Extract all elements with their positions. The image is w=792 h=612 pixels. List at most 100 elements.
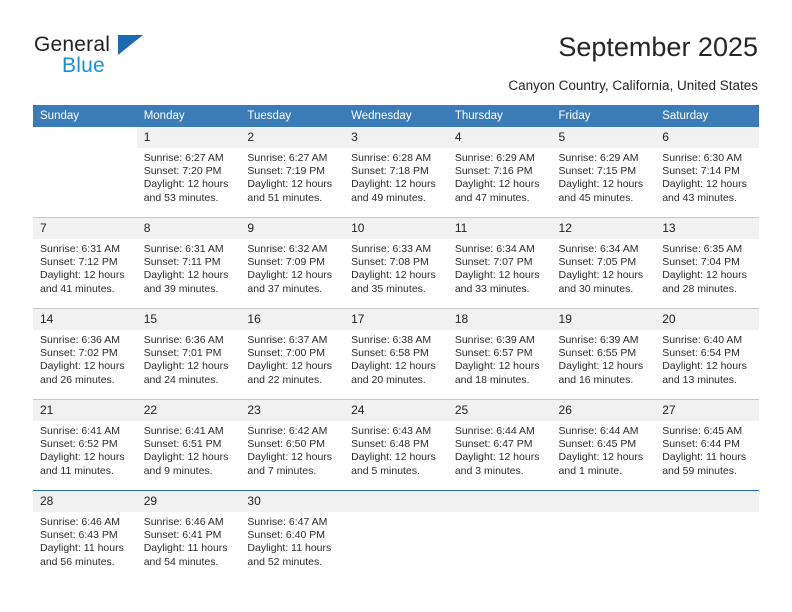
- sunrise-text: Sunrise: 6:39 AM: [454, 334, 535, 346]
- sunrise-text: Sunrise: 6:34 AM: [558, 243, 639, 255]
- sunrise-text: Sunrise: 6:47 AM: [247, 516, 328, 528]
- calendar-day-cell: 6 Sunrise: 6:30 AM Sunset: 7:14 PM Daylight…: [655, 127, 759, 218]
- sunrise-text: Sunrise: 6:31 AM: [40, 243, 120, 255]
- logo-text-blue: Blue: [62, 54, 105, 77]
- day-number: 28: [33, 491, 137, 512]
- sunrise-text: Sunrise: 6:34 AM: [454, 243, 535, 255]
- daylight-text-line2: and 30 minutes.: [558, 282, 634, 295]
- sunset-text: Sunset: 7:19 PM: [247, 165, 326, 178]
- daylight-text-line2: and 52 minutes.: [247, 555, 323, 568]
- day-sun-details: Sunrise: 6:30 AM Sunset: 7:14 PM Daylight:…: [655, 148, 759, 205]
- day-number: 7: [33, 218, 137, 239]
- sunset-text: Sunset: 6:43 PM: [40, 529, 118, 542]
- day-number: 18: [447, 309, 552, 330]
- sunrise-text: Sunrise: 6:33 AM: [351, 243, 432, 255]
- sunset-text: Sunset: 7:05 PM: [558, 256, 637, 269]
- daylight-text-line2: and 56 minutes.: [40, 555, 115, 568]
- sunset-text: Sunset: 6:58 PM: [351, 347, 429, 360]
- day-sun-details: Sunrise: 6:37 AM Sunset: 7:00 PM Daylight:…: [240, 330, 344, 387]
- calendar-day-cell: 3 Sunrise: 6:28 AM Sunset: 7:18 PM Daylight…: [344, 127, 448, 218]
- day-number: 17: [344, 309, 448, 330]
- day-number: 26: [551, 400, 656, 421]
- day-sun-details: Sunrise: 6:27 AM Sunset: 7:19 PM Daylight:…: [240, 148, 344, 205]
- calendar-day-cell-empty: [447, 490, 552, 581]
- daylight-text-line2: and 1 minute.: [558, 464, 623, 477]
- daylight-text-line1: Daylight: 12 hours: [143, 451, 229, 464]
- sunrise-text: Sunrise: 6:40 AM: [662, 334, 743, 346]
- day-number: 14: [33, 309, 137, 330]
- day-sun-details: Sunrise: 6:29 AM Sunset: 7:16 PM Daylight:…: [448, 148, 552, 205]
- sunset-text: Sunset: 6:44 PM: [662, 438, 740, 451]
- daylight-text-line2: and 59 minutes.: [662, 464, 737, 477]
- sunset-text: Sunset: 7:04 PM: [662, 256, 740, 269]
- calendar-week-row: 1 Sunrise: 6:27 AM Sunset: 7:20 PM Daylight…: [33, 127, 759, 218]
- general-blue-logo[interactable]: General Blue: [34, 33, 214, 83]
- sunrise-text: Sunrise: 6:41 AM: [40, 425, 120, 437]
- daylight-text-line2: and 35 minutes.: [351, 282, 426, 295]
- calendar-week-row: 14 Sunrise: 6:36 AM Sunset: 7:02 PM Dayligh…: [33, 308, 759, 400]
- daylight-text-line1: Daylight: 12 hours: [40, 269, 125, 282]
- daylight-text-line2: and 16 minutes.: [558, 373, 634, 386]
- day-number: 13: [655, 218, 759, 239]
- sunset-text: Sunset: 7:07 PM: [454, 256, 533, 269]
- daylight-text-line2: and 41 minutes.: [40, 282, 115, 295]
- day-sun-details: Sunrise: 6:44 AM Sunset: 6:45 PM Daylight:…: [552, 421, 656, 478]
- sunset-text: Sunset: 7:18 PM: [351, 165, 429, 178]
- day-number: 12: [551, 218, 656, 239]
- daylight-text-line2: and 7 minutes.: [247, 464, 317, 477]
- day-sun-details: Sunrise: 6:27 AM Sunset: 7:20 PM Daylight:…: [137, 148, 241, 205]
- daylight-text-line2: and 11 minutes.: [40, 464, 114, 477]
- day-number: [551, 491, 656, 512]
- day-sun-details: Sunrise: 6:47 AM Sunset: 6:40 PM Daylight:…: [240, 512, 344, 569]
- sunset-text: Sunset: 7:20 PM: [143, 165, 222, 178]
- sunrise-text: Sunrise: 6:29 AM: [558, 152, 639, 164]
- sunset-text: Sunset: 7:12 PM: [40, 256, 118, 269]
- day-number: [33, 127, 137, 148]
- sunrise-text: Sunrise: 6:29 AM: [454, 152, 535, 164]
- calendar-day-cell: 19 Sunrise: 6:39 AM Sunset: 6:55 PM Dayligh…: [551, 308, 656, 400]
- daylight-text-line1: Daylight: 11 hours: [662, 451, 747, 464]
- weekday-header-saturday: Saturday: [655, 105, 759, 127]
- daylight-text-line1: Daylight: 12 hours: [247, 360, 333, 373]
- sunrise-text: Sunrise: 6:32 AM: [247, 243, 328, 255]
- calendar-day-cell: 11 Sunrise: 6:34 AM Sunset: 7:07 PM Dayligh…: [447, 217, 552, 309]
- daylight-text-line2: and 3 minutes.: [454, 464, 524, 477]
- sunrise-text: Sunrise: 6:39 AM: [558, 334, 639, 346]
- daylight-text-line2: and 49 minutes.: [351, 191, 426, 204]
- calendar-day-cell-empty: [344, 490, 448, 581]
- daylight-text-line1: Daylight: 12 hours: [247, 451, 333, 464]
- sunrise-text: Sunrise: 6:38 AM: [351, 334, 432, 346]
- daylight-text-line1: Daylight: 11 hours: [143, 542, 228, 555]
- sunrise-text: Sunrise: 6:44 AM: [454, 425, 535, 437]
- calendar-day-cell: 7 Sunrise: 6:31 AM Sunset: 7:12 PM Daylight…: [33, 217, 137, 309]
- day-sun-details: Sunrise: 6:28 AM Sunset: 7:18 PM Daylight:…: [344, 148, 448, 205]
- daylight-text-line1: Daylight: 12 hours: [662, 360, 747, 373]
- calendar-day-cell: 1 Sunrise: 6:27 AM Sunset: 7:20 PM Daylight…: [136, 127, 241, 218]
- sunset-text: Sunset: 7:09 PM: [247, 256, 326, 269]
- day-number: 15: [136, 309, 241, 330]
- sunset-text: Sunset: 7:08 PM: [351, 256, 429, 269]
- sunset-text: Sunset: 6:50 PM: [247, 438, 326, 451]
- calendar-day-cell: 12 Sunrise: 6:34 AM Sunset: 7:05 PM Dayligh…: [551, 217, 656, 309]
- weekday-header-monday: Monday: [136, 105, 241, 127]
- daylight-text-line2: and 9 minutes.: [143, 464, 213, 477]
- daylight-text-line1: Daylight: 12 hours: [143, 269, 229, 282]
- sunrise-text: Sunrise: 6:27 AM: [247, 152, 328, 164]
- day-sun-details: Sunrise: 6:29 AM Sunset: 7:15 PM Daylight:…: [552, 148, 656, 205]
- daylight-text-line2: and 37 minutes.: [247, 282, 323, 295]
- weekday-header-friday: Friday: [551, 105, 656, 127]
- calendar-day-cell: 27 Sunrise: 6:45 AM Sunset: 6:44 PM Dayligh…: [655, 399, 759, 491]
- daylight-text-line1: Daylight: 12 hours: [454, 269, 540, 282]
- daylight-text-line1: Daylight: 12 hours: [558, 269, 644, 282]
- sunrise-text: Sunrise: 6:36 AM: [143, 334, 224, 346]
- daylight-text-line2: and 39 minutes.: [143, 282, 219, 295]
- daylight-text-line2: and 54 minutes.: [143, 555, 219, 568]
- day-number: [447, 491, 552, 512]
- day-number: 16: [240, 309, 345, 330]
- day-sun-details: Sunrise: 6:40 AM Sunset: 6:54 PM Daylight:…: [655, 330, 759, 387]
- day-sun-details: Sunrise: 6:34 AM Sunset: 7:07 PM Daylight:…: [448, 239, 552, 296]
- page-title: September 2025: [558, 32, 758, 62]
- sunset-text: Sunset: 6:57 PM: [454, 347, 533, 360]
- day-number: [344, 491, 448, 512]
- calendar-day-cell: 22 Sunrise: 6:41 AM Sunset: 6:51 PM Dayligh…: [136, 399, 241, 491]
